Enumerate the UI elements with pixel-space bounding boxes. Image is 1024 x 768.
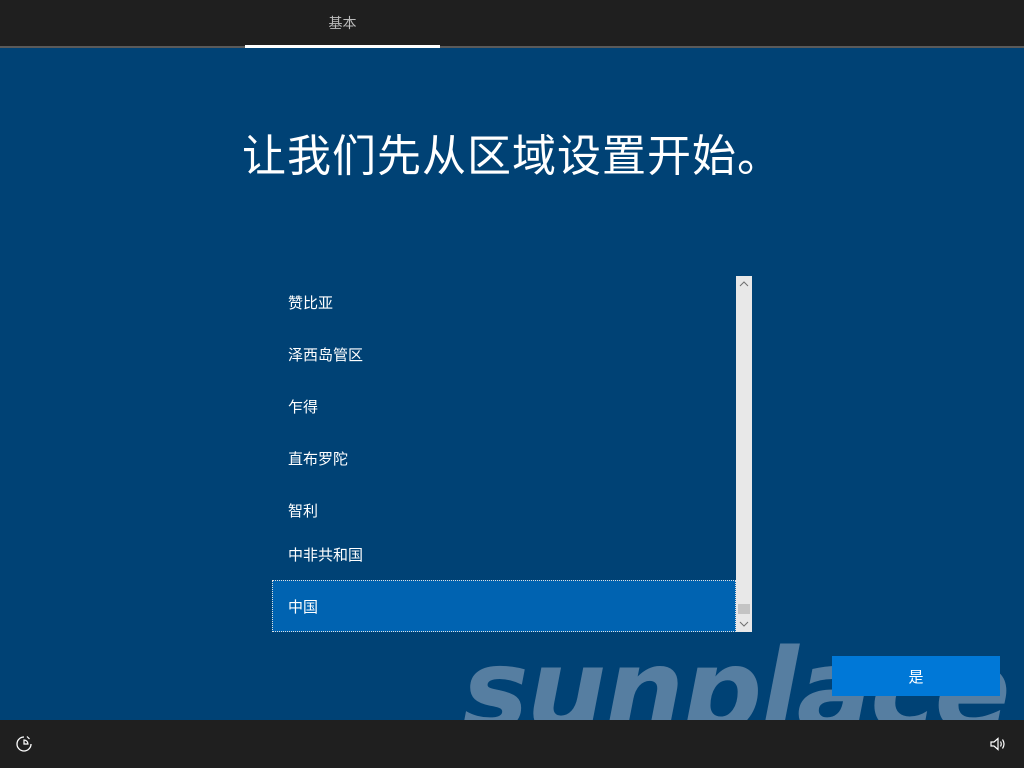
scroll-thumb[interactable]	[738, 604, 750, 614]
list-item[interactable]: 直布罗陀	[272, 432, 736, 484]
list-item[interactable]: 乍得	[272, 380, 736, 432]
bottom-bar	[0, 720, 1024, 768]
scroll-down-icon[interactable]	[736, 616, 752, 632]
volume-icon[interactable]	[988, 734, 1008, 754]
tab-active-indicator	[245, 45, 440, 48]
top-bar	[0, 0, 1024, 46]
ease-of-access-icon[interactable]	[14, 734, 34, 754]
list-item-selected[interactable]: 中国	[272, 580, 736, 632]
list-item[interactable]: 泽西岛管区	[272, 328, 736, 380]
list-item[interactable]: 赞比亚	[272, 276, 736, 328]
region-list[interactable]: 赞比亚 泽西岛管区 乍得 直布罗陀 智利 中非共和国 中国	[272, 276, 752, 632]
region-list-items: 赞比亚 泽西岛管区 乍得 直布罗陀 智利 中非共和国 中国	[272, 276, 736, 632]
yes-button[interactable]: 是	[832, 656, 1000, 696]
scroll-up-icon[interactable]	[736, 276, 752, 292]
tab-basics[interactable]: 基本	[245, 0, 440, 46]
list-item[interactable]: 中非共和国	[272, 528, 736, 580]
top-bar-divider	[0, 46, 1024, 48]
page-title: 让我们先从区域设置开始。	[242, 131, 782, 182]
list-scrollbar[interactable]	[736, 276, 752, 632]
